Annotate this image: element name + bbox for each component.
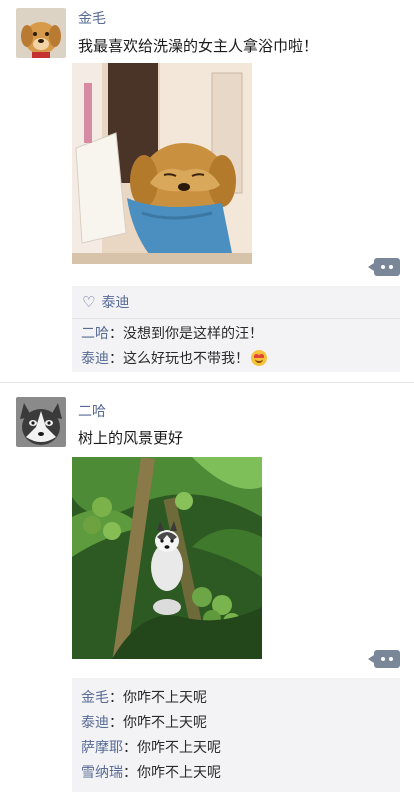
husky-in-coconut-tree bbox=[72, 457, 262, 659]
comment-row[interactable]: 雪纳瑞：你咋不上天呢 bbox=[72, 761, 400, 786]
post-text: 我最喜欢给洗澡的女主人拿浴巾啦！ bbox=[78, 37, 319, 55]
comment-row[interactable]: 金毛：你咋不上天呢 bbox=[72, 686, 400, 711]
likes-row: ♡ 泰迪 bbox=[72, 286, 400, 319]
heart-eyes-emoji-icon bbox=[251, 350, 267, 366]
comment-row[interactable]: 二哈：没想到你是这样的汪！ bbox=[72, 322, 400, 347]
comment-author[interactable]: 二哈 bbox=[81, 326, 109, 342]
comment-row[interactable]: 泰迪：这么好玩也不带我！ bbox=[72, 347, 400, 372]
comment-box: 金毛：你咋不上天呢 泰迪：你咋不上天呢 萨摩耶：你咋不上天呢 雪纳瑞：你咋不上天… bbox=[72, 678, 400, 792]
post-photo[interactable] bbox=[72, 63, 252, 264]
comment-author[interactable]: 雪纳瑞 bbox=[81, 765, 123, 781]
comment-separator: ： bbox=[123, 740, 137, 756]
comment-box: ♡ 泰迪 二哈：没想到你是这样的汪！ 泰迪：这么好玩也不带我！ bbox=[72, 286, 400, 372]
comment-author[interactable]: 泰迪 bbox=[81, 715, 109, 731]
comment-author[interactable]: 金毛 bbox=[81, 690, 109, 706]
comment-separator: ： bbox=[109, 326, 123, 342]
moment-post: 二哈 树上的风景更好 金毛：你咋不上天呢 泰迪：你咋不上天呢 萨摩耶：你咋不上天… bbox=[0, 383, 414, 800]
comment-row[interactable]: 泰迪：你咋不上天呢 bbox=[72, 711, 400, 736]
husky-avatar bbox=[16, 397, 66, 447]
avatar[interactable] bbox=[16, 8, 66, 58]
comment-separator: ： bbox=[109, 690, 123, 706]
comment-author[interactable]: 泰迪 bbox=[81, 351, 109, 367]
comment-text: 你咋不上天呢 bbox=[137, 765, 221, 781]
comment-text: 你咋不上天呢 bbox=[123, 690, 207, 706]
avatar[interactable] bbox=[16, 397, 66, 447]
comment-text: 你咋不上天呢 bbox=[137, 740, 221, 756]
more-options-button[interactable] bbox=[368, 258, 400, 276]
golden-retriever-avatar bbox=[16, 8, 66, 58]
post-author[interactable]: 二哈 bbox=[78, 401, 106, 421]
post-photo[interactable] bbox=[72, 457, 262, 659]
comment-text: 这么好玩也不带我！ bbox=[123, 351, 249, 367]
comment-author[interactable]: 萨摩耶 bbox=[81, 740, 123, 756]
comment-separator: ： bbox=[123, 765, 137, 781]
post-text: 树上的风景更好 bbox=[78, 429, 184, 447]
comment-separator: ： bbox=[109, 715, 123, 731]
heart-icon: ♡ bbox=[82, 293, 96, 311]
comment-text: 没想到你是这样的汪！ bbox=[123, 326, 263, 342]
moment-post: 金毛 我最喜欢给洗澡的女主人拿浴巾啦！ ♡ 泰迪 二哈：没想到你是这样的汪！ 泰… bbox=[0, 0, 414, 383]
comment-row[interactable]: 萨摩耶：你咋不上天呢 bbox=[72, 736, 400, 761]
more-options-button[interactable] bbox=[368, 650, 400, 668]
golden-retriever-with-blue-towel bbox=[72, 63, 252, 264]
comment-text: 你咋不上天呢 bbox=[123, 715, 207, 731]
comment-separator: ： bbox=[109, 351, 123, 367]
post-author[interactable]: 金毛 bbox=[78, 8, 106, 28]
like-name[interactable]: 泰迪 bbox=[101, 295, 129, 311]
